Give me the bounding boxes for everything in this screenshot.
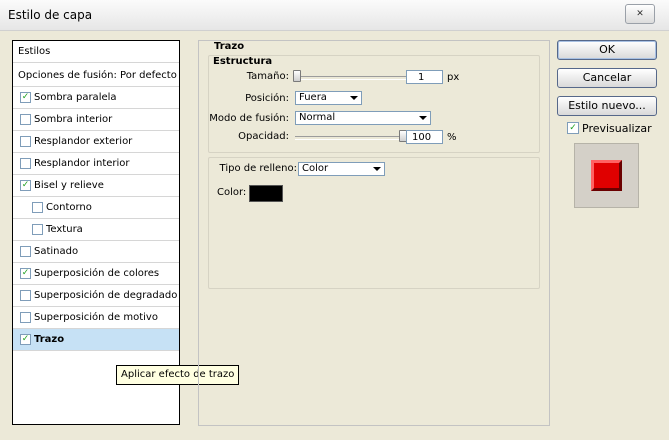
- close-icon: ✕: [636, 9, 644, 19]
- size-label: Tamaño:: [246, 71, 289, 82]
- style-item-label: Superposición de degradado: [34, 290, 178, 301]
- fill-type-value: Color: [302, 163, 329, 174]
- fill-type-select[interactable]: Color: [298, 162, 385, 176]
- style-item[interactable]: Satinado: [13, 241, 179, 263]
- ok-button[interactable]: OK: [557, 40, 657, 60]
- style-item-checkbox[interactable]: [20, 246, 31, 257]
- style-item-label: Resplandor interior: [34, 158, 130, 169]
- style-item-checkbox[interactable]: [20, 114, 31, 125]
- style-item-label: Trazo: [34, 334, 65, 345]
- chevron-down-icon: [419, 116, 427, 120]
- position-select[interactable]: Fuera: [295, 91, 362, 105]
- title-bar: Estilo de capa ✕: [0, 0, 669, 31]
- blend-mode-label: Modo de fusión:: [209, 113, 289, 124]
- blend-mode-select[interactable]: Normal: [295, 111, 431, 125]
- style-item-checkbox[interactable]: ✓: [20, 268, 31, 279]
- preview-swatch: [591, 160, 622, 191]
- style-item[interactable]: Resplandor interior: [13, 153, 179, 175]
- style-item-label: Bisel y relieve: [34, 180, 104, 191]
- style-item[interactable]: ✓ Bisel y relieve: [13, 175, 179, 197]
- style-item[interactable]: ✓ Superposición de colores: [13, 263, 179, 285]
- style-item-label: Resplandor exterior: [34, 136, 133, 147]
- styles-header-label: Estilos: [18, 46, 51, 57]
- size-slider-track[interactable]: [295, 76, 407, 80]
- style-item[interactable]: Superposición de degradado: [13, 285, 179, 307]
- style-item-label: Superposición de motivo: [34, 312, 158, 323]
- blending-options-item[interactable]: Opciones de fusión: Por defecto: [13, 65, 179, 87]
- style-item-label: Satinado: [34, 246, 79, 257]
- cancel-button[interactable]: Cancelar: [557, 68, 657, 88]
- opacity-label: Opacidad:: [238, 131, 289, 142]
- size-input[interactable]: 1: [406, 70, 443, 84]
- style-item-label: Sombra interior: [34, 114, 113, 125]
- new-style-button[interactable]: Estilo nuevo...: [557, 96, 657, 116]
- chevron-down-icon: [373, 167, 381, 171]
- style-item-checkbox[interactable]: [20, 290, 31, 301]
- style-item-label: Textura: [46, 224, 83, 235]
- style-item[interactable]: Sombra interior: [13, 109, 179, 131]
- style-item-checkbox[interactable]: ✓: [20, 334, 31, 345]
- style-item-checkbox[interactable]: ✓: [20, 92, 31, 103]
- stroke-settings-panel: Trazo Estructura Tamaño: 1 px Posición: …: [198, 40, 550, 426]
- style-item[interactable]: ✓ Sombra paralela: [13, 87, 179, 109]
- style-item-checkbox[interactable]: [20, 312, 31, 323]
- size-slider-thumb[interactable]: [293, 70, 301, 82]
- window-title: Estilo de capa: [8, 8, 93, 22]
- opacity-slider-track[interactable]: [295, 136, 407, 140]
- close-button[interactable]: ✕: [625, 4, 655, 24]
- opacity-unit: %: [447, 132, 457, 143]
- style-item[interactable]: Resplandor exterior: [13, 131, 179, 153]
- position-value: Fuera: [299, 92, 327, 103]
- style-item-checkbox[interactable]: [32, 202, 43, 213]
- styles-header[interactable]: Estilos: [13, 41, 179, 63]
- style-preview: [574, 143, 639, 208]
- style-item[interactable]: Textura: [13, 219, 179, 241]
- preview-label: Previsualizar: [582, 122, 652, 135]
- style-item[interactable]: ✓ Trazo: [13, 329, 179, 351]
- style-item-label: Superposición de colores: [34, 268, 160, 279]
- style-item-label: Sombra paralela: [34, 92, 117, 103]
- blending-options-label: Opciones de fusión: Por defecto: [18, 70, 177, 81]
- style-item-checkbox[interactable]: ✓: [20, 180, 31, 191]
- blend-mode-value: Normal: [299, 112, 336, 123]
- style-item[interactable]: Superposición de motivo: [13, 307, 179, 329]
- style-item-checkbox[interactable]: [32, 224, 43, 235]
- style-item[interactable]: Contorno: [13, 197, 179, 219]
- fill-type-label: Tipo de relleno:: [219, 163, 297, 174]
- stroke-title: Trazo: [214, 41, 245, 52]
- structure-group: Estructura Tamaño: 1 px Posición: Fuera …: [208, 55, 540, 153]
- style-item-label: Contorno: [46, 202, 92, 213]
- style-item-checkbox[interactable]: [20, 158, 31, 169]
- size-unit: px: [447, 72, 460, 83]
- color-swatch[interactable]: [249, 185, 283, 202]
- fill-group: Tipo de relleno: Color Color:: [208, 157, 540, 289]
- chevron-down-icon: [350, 96, 358, 100]
- position-label: Posición:: [245, 93, 289, 104]
- structure-legend: Estructura: [213, 56, 273, 67]
- style-item-checkbox[interactable]: [20, 136, 31, 147]
- preview-checkbox[interactable]: ✓: [567, 122, 579, 134]
- opacity-input[interactable]: 100: [406, 130, 443, 144]
- color-label: Color:: [217, 187, 247, 198]
